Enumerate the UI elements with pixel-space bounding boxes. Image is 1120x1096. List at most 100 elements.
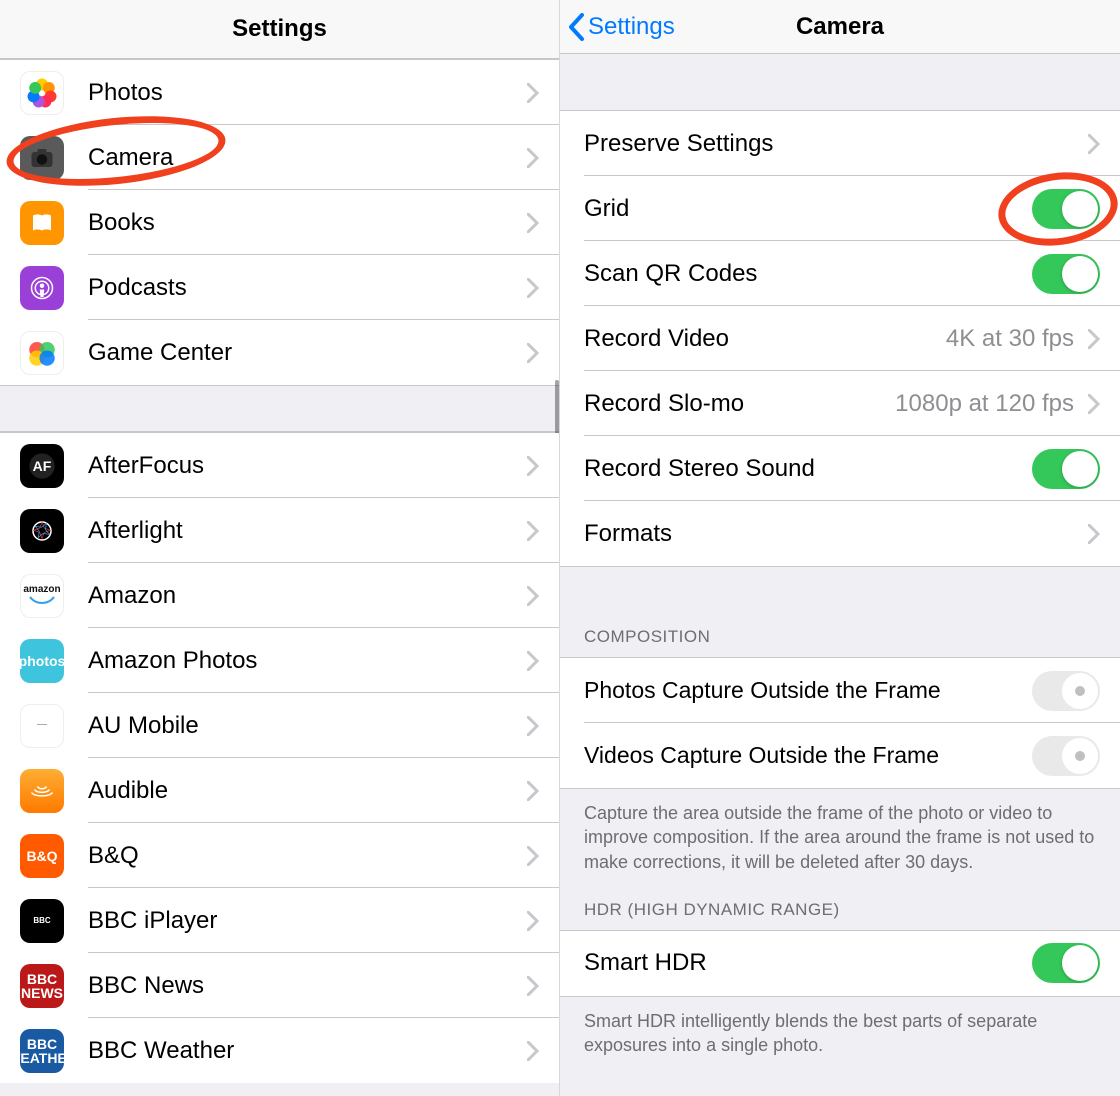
afterfocus-icon: AF [20, 444, 64, 488]
chevron-right-icon [527, 83, 539, 103]
settings-navbar: Settings [0, 0, 559, 59]
row-label: Afterlight [88, 517, 527, 545]
settings-row-gamecenter[interactable]: Game Center [0, 320, 559, 385]
camera-navbar: Settings Camera [560, 0, 1120, 54]
chevron-right-icon [1088, 394, 1100, 414]
audible-icon [20, 769, 64, 813]
settings-row-bq[interactable]: B&Q B&Q [0, 823, 559, 888]
settings-row-afterfocus[interactable]: AF AfterFocus [0, 433, 559, 498]
row-videos-outside: Videos Capture Outside the Frame [560, 723, 1120, 788]
row-label: B&Q [88, 842, 527, 870]
gamecenter-icon [20, 331, 64, 375]
row-smart-hdr: Smart HDR [560, 931, 1120, 996]
settings-list-pane: Settings Photos Camera [0, 0, 560, 1096]
section-footer-composition: Capture the area outside the frame of th… [560, 789, 1120, 892]
toggle-videos-outside[interactable] [1032, 736, 1100, 776]
row-label: Amazon Photos [88, 647, 527, 675]
row-label: Record Stereo Sound [584, 455, 1032, 483]
settings-row-bbcweather[interactable]: BBCWEATHER BBC Weather [0, 1018, 559, 1083]
settings-row-photos[interactable]: Photos [0, 60, 559, 125]
au-mobile-icon: AU [20, 704, 64, 748]
settings-row-podcasts[interactable]: Podcasts [0, 255, 559, 320]
toggle-smart-hdr[interactable] [1032, 943, 1100, 983]
row-label: BBC Weather [88, 1037, 527, 1065]
settings-row-bbciplayer[interactable]: BBC BBC iPlayer [0, 888, 559, 953]
row-label: Photos [88, 79, 527, 107]
camera-icon [20, 136, 64, 180]
settings-row-bbcnews[interactable]: BBCNEWS BBC News [0, 953, 559, 1018]
chevron-right-icon [527, 911, 539, 931]
camera-settings-pane: Settings Camera Preserve Settings Grid S… [560, 0, 1120, 1096]
chevron-right-icon [1088, 329, 1100, 349]
row-label: Preserve Settings [584, 130, 1088, 158]
row-label: Record Slo-mo [584, 390, 895, 418]
chevron-right-icon [1088, 524, 1100, 544]
settings-row-aumobile[interactable]: AU AU Mobile [0, 693, 559, 758]
row-label: Game Center [88, 339, 527, 367]
chevron-right-icon [527, 278, 539, 298]
composition-list: Photos Capture Outside the Frame Videos … [560, 657, 1120, 789]
chevron-right-icon [527, 1041, 539, 1061]
afterlight-icon [20, 509, 64, 553]
row-label: Amazon [88, 582, 527, 610]
row-label: AfterFocus [88, 452, 527, 480]
row-label: AU Mobile [88, 712, 527, 740]
row-grid: Grid [560, 176, 1120, 241]
row-label: Audible [88, 777, 527, 805]
back-button[interactable]: Settings [568, 13, 675, 41]
row-scan-qr: Scan QR Codes [560, 241, 1120, 306]
chevron-right-icon [527, 521, 539, 541]
row-formats[interactable]: Formats [560, 501, 1120, 566]
chevron-right-icon [527, 846, 539, 866]
row-label: Podcasts [88, 274, 527, 302]
books-icon [20, 201, 64, 245]
row-label: Photos Capture Outside the Frame [584, 677, 1032, 704]
toggle-scan-qr[interactable] [1032, 254, 1100, 294]
row-label: Grid [584, 195, 1032, 223]
chevron-right-icon [1088, 134, 1100, 154]
row-photos-outside: Photos Capture Outside the Frame [560, 658, 1120, 723]
amazon-icon: amazon [20, 574, 64, 618]
settings-title: Settings [232, 15, 327, 43]
camera-main-list: Preserve Settings Grid Scan QR Codes Rec… [560, 110, 1120, 567]
bbc-news-icon: BBCNEWS [20, 964, 64, 1008]
chevron-right-icon [527, 456, 539, 476]
section-footer-hdr: Smart HDR intelligently blends the best … [560, 997, 1120, 1076]
chevron-right-icon [527, 651, 539, 671]
chevron-right-icon [527, 586, 539, 606]
row-value: 4K at 30 fps [946, 325, 1074, 353]
top-spacer [560, 54, 1120, 110]
chevron-right-icon [527, 781, 539, 801]
settings-row-afterlight[interactable]: Afterlight [0, 498, 559, 563]
settings-row-amazonphotos[interactable]: photos Amazon Photos [0, 628, 559, 693]
settings-row-amazon[interactable]: amazon Amazon [0, 563, 559, 628]
row-preserve-settings[interactable]: Preserve Settings [560, 111, 1120, 176]
row-value: 1080p at 120 fps [895, 390, 1074, 418]
chevron-right-icon [527, 148, 539, 168]
chevron-right-icon [527, 976, 539, 996]
group-separator [0, 386, 559, 432]
settings-group-1: Photos Camera Books [0, 59, 559, 386]
bbc-weather-icon: BBCWEATHER [20, 1029, 64, 1073]
row-record-slomo[interactable]: Record Slo-mo 1080p at 120 fps [560, 371, 1120, 436]
amazon-photos-icon: photos [20, 639, 64, 683]
podcasts-icon [20, 266, 64, 310]
row-label: Videos Capture Outside the Frame [584, 742, 1032, 769]
settings-row-audible[interactable]: Audible [0, 758, 559, 823]
settings-row-books[interactable]: Books [0, 190, 559, 255]
toggle-grid[interactable] [1032, 189, 1100, 229]
toggle-photos-outside[interactable] [1032, 671, 1100, 711]
bq-icon: B&Q [20, 834, 64, 878]
chevron-right-icon [527, 343, 539, 363]
row-label: BBC News [88, 972, 527, 1000]
bbc-iplayer-icon: BBC [20, 899, 64, 943]
row-label: Formats [584, 520, 1088, 548]
toggle-stereo-sound[interactable] [1032, 449, 1100, 489]
row-label: Books [88, 209, 527, 237]
chevron-right-icon [527, 716, 539, 736]
row-stereo-sound: Record Stereo Sound [560, 436, 1120, 501]
settings-row-camera[interactable]: Camera [0, 125, 559, 190]
row-label: BBC iPlayer [88, 907, 527, 935]
settings-group-2: AF AfterFocus Afterlight amazon Amazon p… [0, 432, 559, 1083]
row-record-video[interactable]: Record Video 4K at 30 fps [560, 306, 1120, 371]
